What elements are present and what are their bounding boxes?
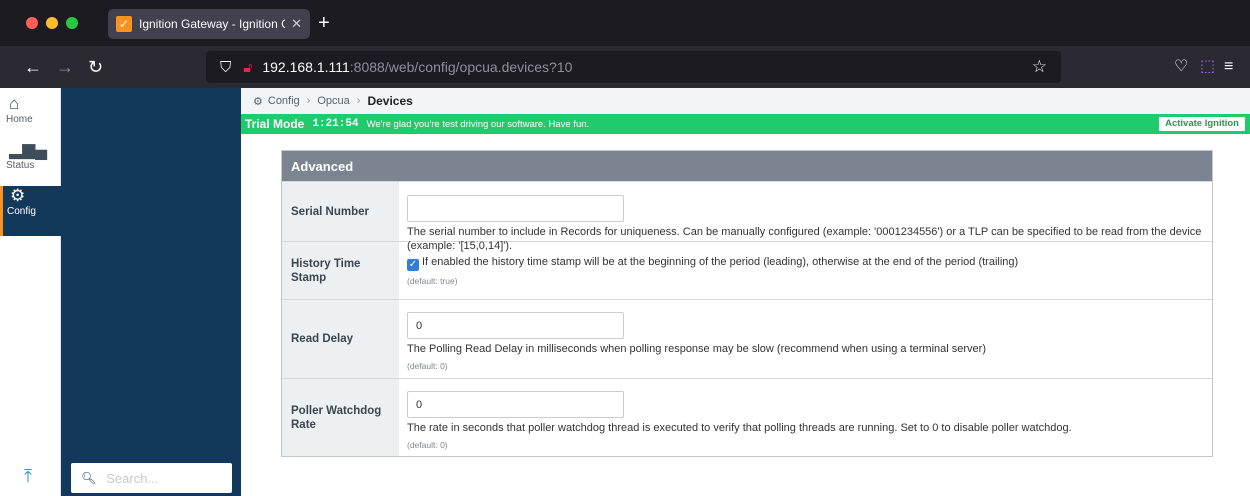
close-tab-icon[interactable]: ✕	[291, 16, 302, 32]
section-header: Advanced	[282, 151, 1212, 181]
hamburger-menu-icon[interactable]: ≡	[1224, 57, 1233, 77]
history-time-stamp-checkbox[interactable]: ✓	[407, 259, 419, 271]
poller-watchdog-rate-input[interactable]	[407, 391, 624, 418]
rail-label-status: Status	[6, 160, 35, 171]
ignition-favicon-icon: ✓	[116, 16, 132, 32]
read-delay-input[interactable]	[407, 312, 624, 339]
breadcrumb-opcua[interactable]: Opcua	[317, 95, 349, 107]
bookmark-star-icon[interactable]: ☆	[1032, 57, 1047, 77]
gear-icon: ⚙	[10, 186, 26, 205]
url-bar[interactable]: ⛉ 🔓︎ 192.168.1.111:8088/web/config/opcua…	[206, 51, 1061, 83]
poller-watchdog-rate-label: Poller Watchdog Rate	[282, 379, 399, 456]
side-search-box: 🔍︎	[71, 463, 232, 493]
maximize-window-button[interactable]	[66, 17, 78, 29]
row-read-delay: Read Delay The Polling Read Delay in mil…	[282, 299, 1212, 378]
trial-timer: 1:21:54	[312, 118, 359, 130]
activate-ignition-button[interactable]: Activate Ignition	[1159, 117, 1245, 131]
gateway-page: ⌂ Home ▂▆▄ Status ⚙ Config ⤒ 🔍︎ ⚙ Config…	[0, 88, 1250, 496]
read-delay-label: Read Delay	[282, 300, 399, 378]
serial-number-label: Serial Number	[282, 182, 399, 241]
trial-banner: Trial Mode 1:21:54 We're glad you're tes…	[241, 114, 1250, 134]
row-poller-watchdog-rate: Poller Watchdog Rate The rate in seconds…	[282, 378, 1212, 456]
extension-icon[interactable]: ⬚	[1200, 57, 1215, 77]
browser-tab[interactable]: ✓ Ignition Gateway - Ignition Gate ✕	[108, 9, 310, 39]
config-side-panel: 🔍︎	[61, 88, 241, 496]
history-time-stamp-label: History Time Stamp	[282, 242, 399, 299]
history-time-stamp-description: If enabled the history time stamp will b…	[422, 256, 1019, 268]
device-settings-form: Advanced Serial Number The serial number…	[281, 150, 1213, 457]
home-icon: ⌂	[9, 94, 20, 113]
breadcrumb-separator-icon: ›	[306, 95, 311, 107]
tab-title: Ignition Gateway - Ignition Gate	[139, 17, 285, 31]
scroll-to-top-icon[interactable]: ⤒	[24, 466, 32, 487]
url-path: :8088/web/config/opcua.devices?10	[349, 59, 573, 75]
rail-label-home: Home	[6, 114, 33, 125]
rail-item-home[interactable]: ⌂ Home	[0, 94, 61, 140]
rail-item-config[interactable]: ⚙ Config	[0, 186, 61, 236]
trial-message: We're glad you're test driving our softw…	[366, 118, 590, 130]
breadcrumb-separator-icon: ›	[356, 95, 361, 107]
breadcrumb-gear-icon: ⚙	[253, 95, 263, 108]
read-delay-default: (default: 0)	[407, 361, 448, 371]
poller-watchdog-rate-default: (default: 0)	[407, 440, 448, 450]
rail-item-status[interactable]: ▂▆▄ Status	[0, 140, 61, 186]
breadcrumb: ⚙ Config › Opcua › Devices	[241, 88, 1250, 114]
pocket-icon[interactable]: ♡	[1174, 57, 1188, 77]
back-icon[interactable]: ←	[24, 56, 42, 78]
tracking-shield-icon[interactable]: ⛉	[220, 59, 231, 76]
breadcrumb-config[interactable]: Config	[268, 95, 300, 107]
search-icon: 🔍︎	[81, 471, 97, 485]
rail-label-config: Config	[7, 206, 36, 217]
browser-toolbar: ← → ↻ ⛉ 🔓︎ 192.168.1.111:8088/web/config…	[0, 46, 1250, 88]
breadcrumb-current: Devices	[367, 94, 413, 108]
serial-number-input[interactable]	[407, 195, 624, 222]
reload-icon[interactable]: ↻	[88, 56, 103, 78]
url-host: 192.168.1.111	[262, 59, 350, 75]
read-delay-description: The Polling Read Delay in milliseconds w…	[407, 343, 986, 355]
insecure-lock-icon[interactable]: 🔓︎	[243, 59, 252, 76]
row-serial-number: Serial Number The serial number to inclu…	[282, 181, 1212, 252]
bar-chart-icon: ▂▆▄	[9, 140, 48, 159]
minimize-window-button[interactable]	[46, 17, 58, 29]
row-history-time-stamp: History Time Stamp ✓ If enabled the histo…	[282, 241, 1212, 299]
browser-titlebar: ✓ Ignition Gateway - Ignition Gate ✕ +	[0, 0, 1250, 46]
history-time-stamp-default: (default: true)	[407, 276, 458, 286]
url-text[interactable]: 192.168.1.111:8088/web/config/opcua.devi…	[262, 59, 1031, 75]
forward-icon[interactable]: →	[56, 56, 74, 78]
trial-mode-label: Trial Mode	[245, 117, 305, 131]
new-tab-icon[interactable]: +	[318, 12, 330, 34]
close-window-button[interactable]	[26, 17, 38, 29]
search-input[interactable]	[106, 470, 217, 486]
main-content: ⚙ Config › Opcua › Devices Trial Mode 1:…	[241, 88, 1250, 496]
poller-watchdog-rate-description: The rate in seconds that poller watchdog…	[407, 422, 1072, 434]
nav-rail: ⌂ Home ▂▆▄ Status ⚙ Config ⤒	[0, 88, 61, 496]
